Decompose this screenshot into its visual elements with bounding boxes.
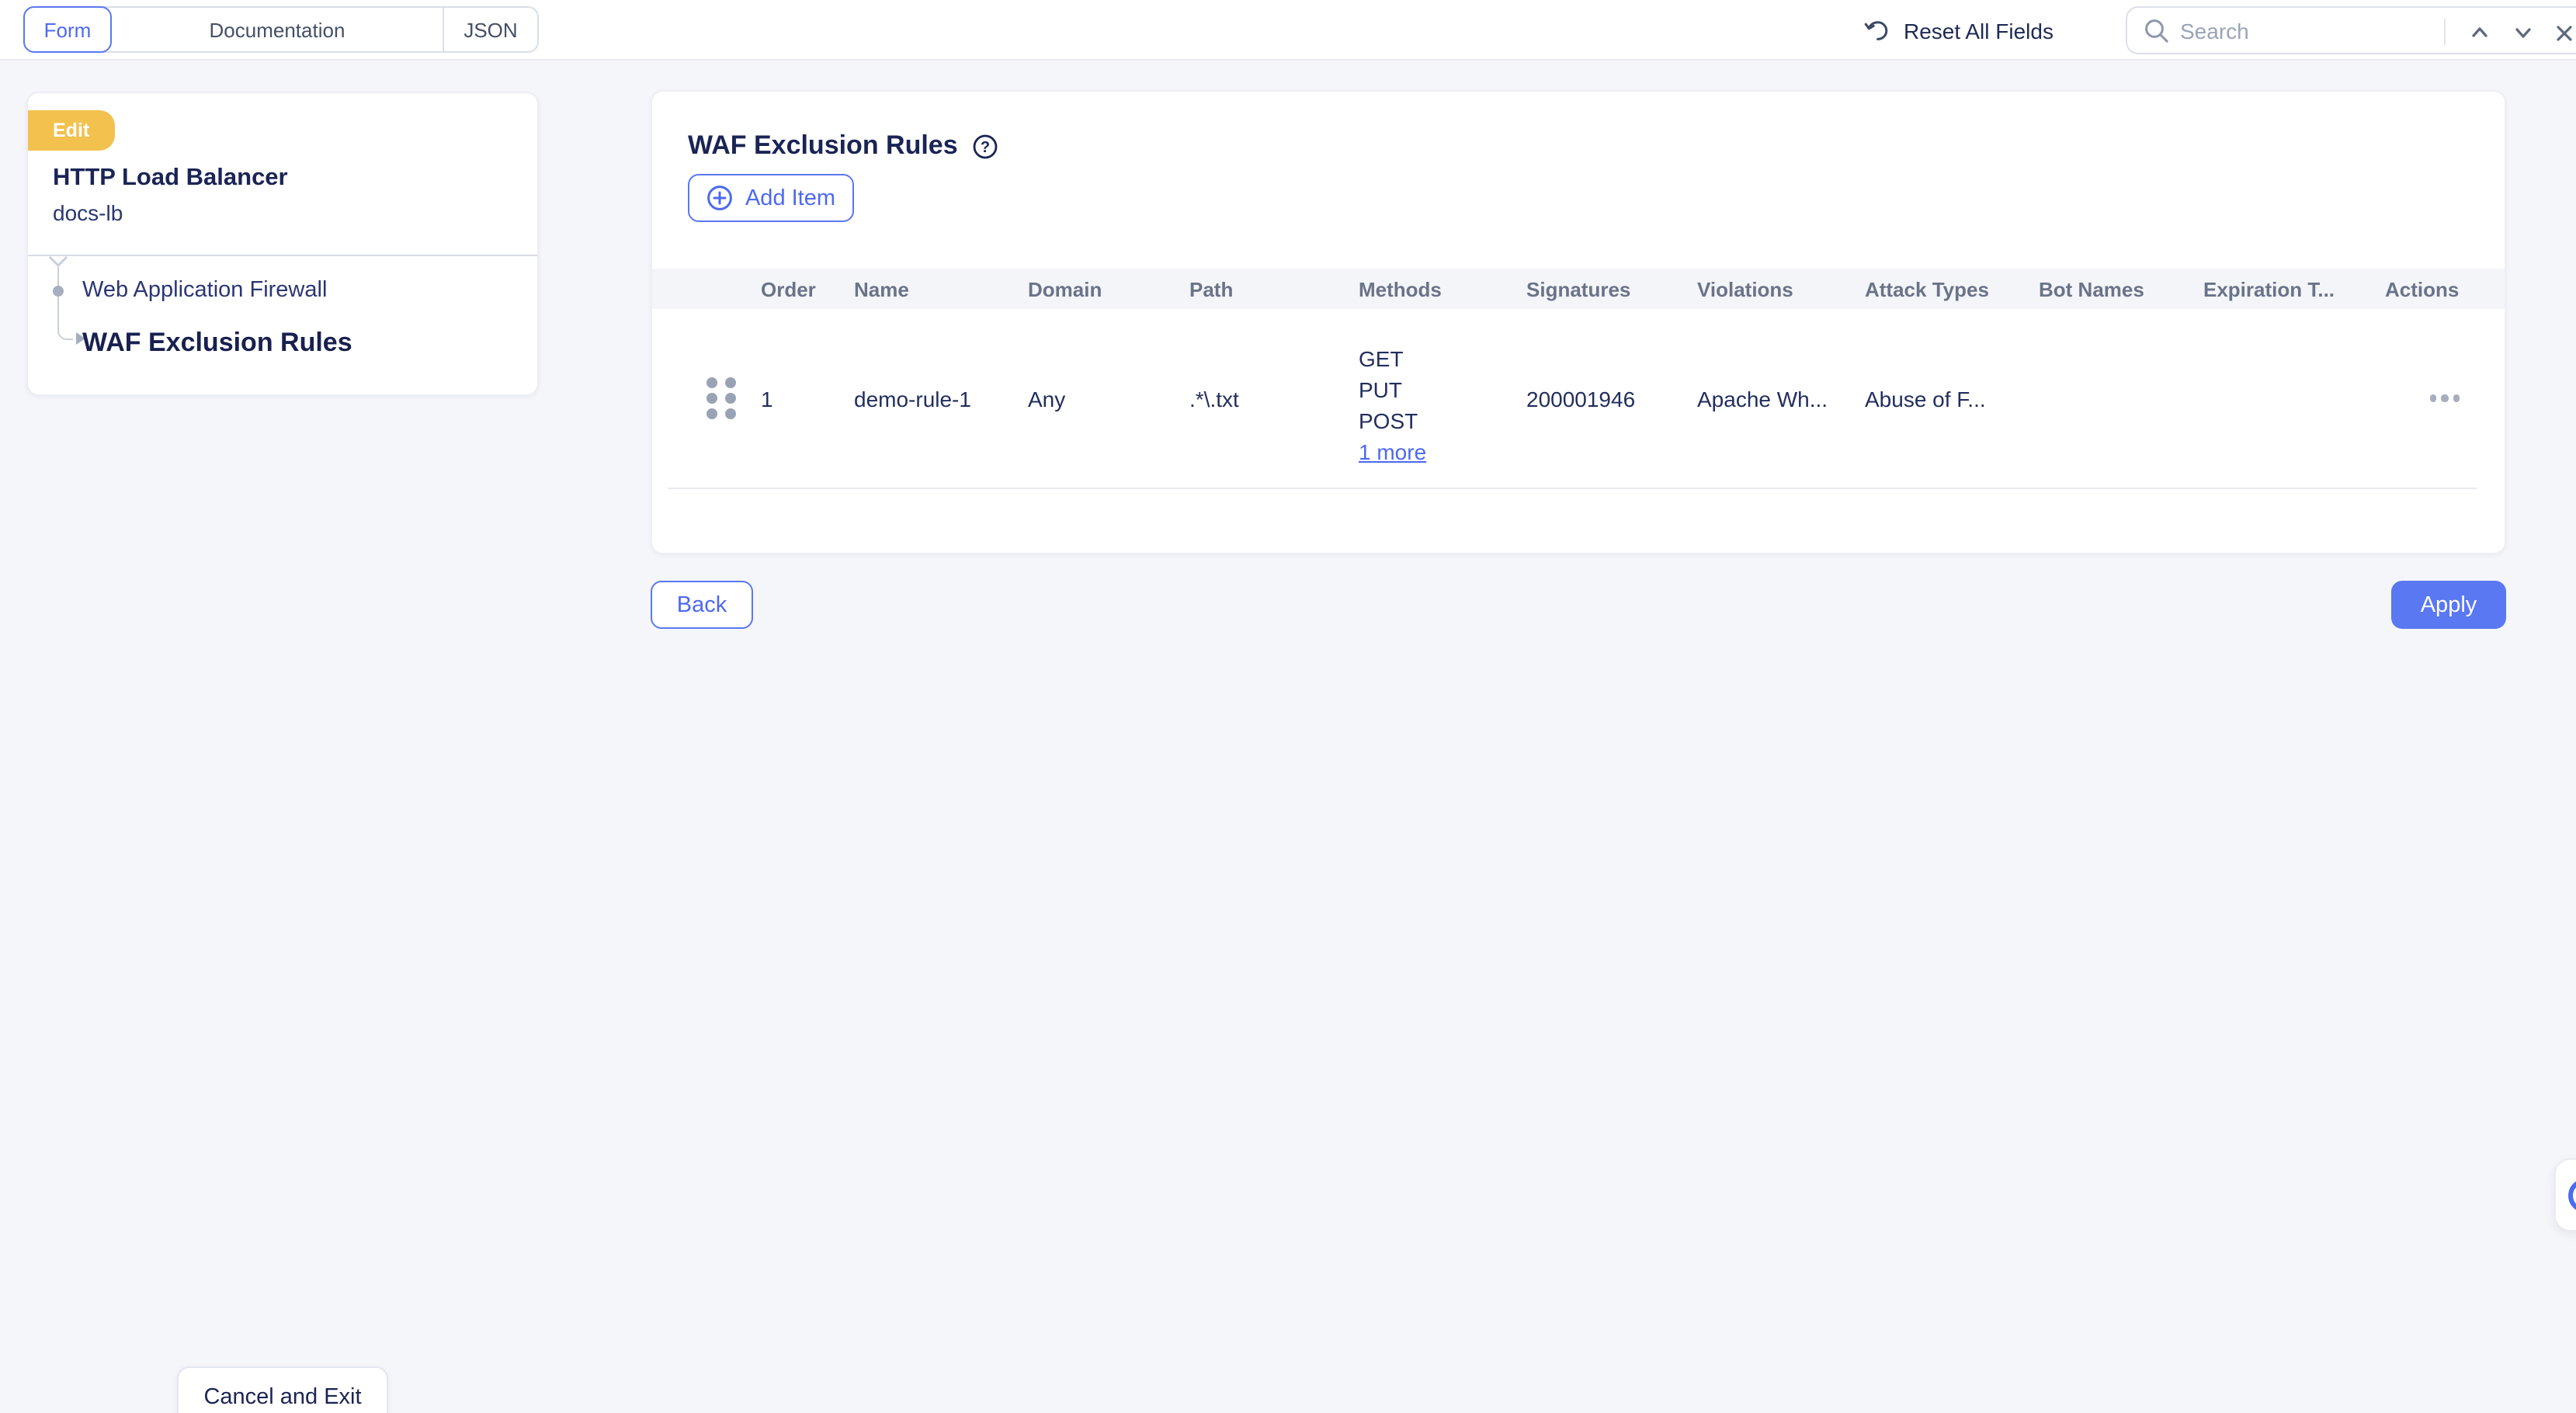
col-header-attack-types: Attack Types	[1865, 277, 2039, 300]
top-toolbar: Form Documentation JSON Reset All Fields	[0, 0, 2576, 61]
search-icon	[2143, 17, 2171, 45]
col-header-actions: Actions	[2385, 277, 2505, 300]
col-header-methods: Methods	[1359, 277, 1526, 300]
col-header-domain: Domain	[1028, 277, 1189, 300]
col-header-violations: Violations	[1697, 277, 1865, 300]
help-icon[interactable]: ?	[972, 133, 998, 159]
cell-signatures: 200001946	[1526, 386, 1697, 411]
table-row: 1 demo-rule-1 Any .*\.txt GET PUT POST 1…	[652, 309, 2505, 488]
search-box	[2126, 6, 2576, 54]
cell-methods: GET PUT POST 1 more	[1359, 309, 1526, 467]
sidebar-item-waf-exclusion-rules[interactable]: WAF Exclusion Rules	[82, 328, 352, 359]
search-next-button[interactable]	[2508, 17, 2539, 48]
col-header-expiration: Expiration T...	[2203, 277, 2385, 300]
undo-icon	[1863, 17, 1890, 43]
floating-help-widget[interactable]	[2554, 1158, 2576, 1231]
table-header-row: Order Name Domain Path Methods Signature…	[652, 269, 2505, 309]
view-mode-tabs: Form Documentation JSON	[23, 6, 539, 53]
sidebar-divider	[28, 255, 537, 256]
drag-handle[interactable]	[706, 377, 736, 419]
add-item-button[interactable]: Add Item	[688, 174, 854, 222]
nav-bullet-icon	[53, 286, 64, 297]
waf-exclusion-rules-panel: WAF Exclusion Rules ? Add Item	[651, 90, 2506, 554]
chevron-down-icon	[2512, 22, 2534, 43]
method-put: PUT	[1359, 374, 1402, 405]
row-actions-menu-button[interactable]	[2430, 395, 2460, 402]
search-input[interactable]	[2180, 9, 2428, 51]
object-summary-panel: Edit HTTP Load Balancer docs-lb Web Appl…	[26, 92, 539, 396]
tab-json[interactable]: JSON	[444, 8, 537, 51]
add-item-label: Add Item	[745, 186, 835, 210]
search-divider	[2444, 19, 2446, 45]
col-header-signatures: Signatures	[1526, 277, 1697, 300]
search-prev-button[interactable]	[2464, 17, 2495, 48]
cancel-and-exit-button[interactable]: Cancel and Exit	[177, 1366, 388, 1413]
col-header-bot-names: Bot Names	[2039, 277, 2203, 300]
svg-text:?: ?	[981, 138, 990, 155]
col-header-path: Path	[1189, 277, 1359, 300]
help-ring-icon	[2568, 1179, 2576, 1213]
back-button[interactable]: Back	[651, 581, 753, 629]
col-header-name: Name	[854, 277, 1028, 300]
col-header-order: Order	[761, 277, 854, 300]
tab-form[interactable]: Form	[23, 6, 112, 53]
tab-documentation[interactable]: Documentation	[112, 8, 444, 51]
search-close-button[interactable]	[2548, 17, 2576, 48]
nav-tree-connector	[57, 267, 73, 340]
section-title-row: WAF Exclusion Rules ?	[688, 130, 998, 161]
method-get: GET	[1359, 343, 1404, 374]
app-screen: Form Documentation JSON Reset All Fields	[0, 0, 2576, 1413]
plus-circle-icon	[706, 185, 733, 211]
edit-mode-badge: Edit	[28, 110, 114, 151]
cell-attack-types: Abuse of F...	[1865, 386, 2039, 411]
sidebar-item-web-application-firewall[interactable]: Web Application Firewall	[82, 278, 327, 303]
methods-more-link[interactable]: 1 more	[1359, 436, 1426, 467]
cell-domain: Any	[1028, 386, 1189, 411]
cell-violations: Apache Wh...	[1697, 386, 1865, 411]
row-divider	[668, 488, 2477, 489]
cell-name: demo-rule-1	[854, 386, 1028, 411]
cell-path: .*\.txt	[1189, 386, 1359, 411]
chevron-up-icon	[2469, 22, 2491, 43]
close-icon	[2553, 23, 2574, 43]
reset-all-fields-label: Reset All Fields	[1904, 18, 2054, 43]
object-name: docs-lb	[53, 200, 123, 225]
object-type-title: HTTP Load Balancer	[53, 165, 288, 193]
page-title: WAF Exclusion Rules	[688, 130, 958, 161]
method-post: POST	[1359, 405, 1418, 436]
cell-order: 1	[761, 386, 854, 411]
apply-button[interactable]: Apply	[2391, 581, 2506, 629]
reset-all-fields-button[interactable]: Reset All Fields	[1863, 0, 2054, 61]
